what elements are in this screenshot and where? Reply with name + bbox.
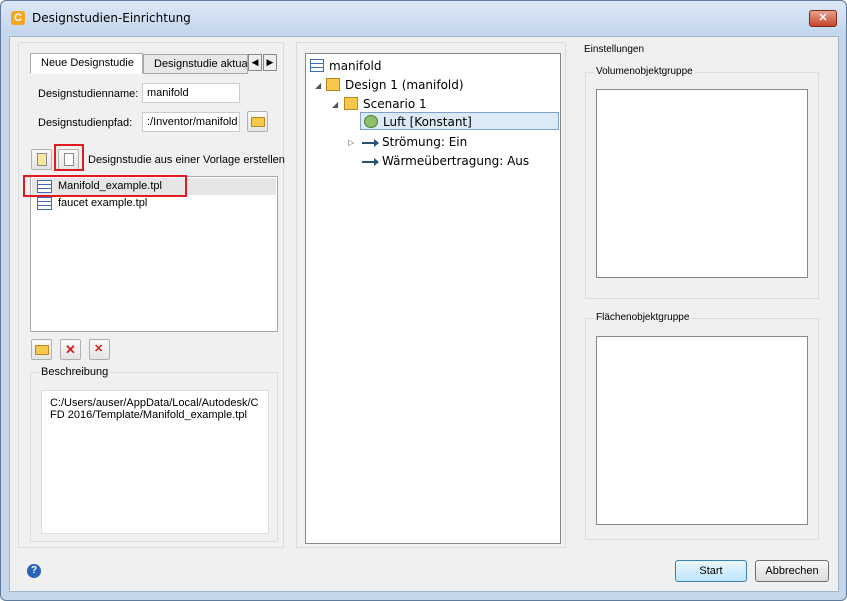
settings-panel: Einstellungen Volumenobjektgruppe Fläche… bbox=[574, 42, 834, 548]
study-tree-panel: manifold ◢ Design 1 (manifold) ◢ Scenari… bbox=[296, 42, 566, 548]
volume-group-title: Volumenobjektgruppe bbox=[594, 66, 695, 77]
design-study-name-input[interactable]: manifold bbox=[142, 83, 240, 103]
arrow-right-icon bbox=[362, 157, 379, 166]
design-icon bbox=[326, 78, 340, 91]
delete-all-icon: ✕ bbox=[94, 343, 104, 355]
settings-title: Einstellungen bbox=[584, 44, 645, 55]
scenario-icon bbox=[344, 97, 358, 110]
cancel-button[interactable]: Abbrechen bbox=[755, 560, 829, 582]
tree-heat-transfer[interactable]: Wärmeübertragung: Aus bbox=[362, 152, 529, 170]
browse-path-button[interactable] bbox=[247, 111, 268, 132]
design-study-name-label: Designstudienname: bbox=[38, 88, 139, 100]
delete-icon: ✕ bbox=[65, 342, 76, 357]
folder-open-icon bbox=[35, 345, 49, 355]
surface-group-box: Flächenobjektgruppe bbox=[585, 312, 819, 540]
collapsed-icon[interactable]: ▷ bbox=[348, 138, 354, 147]
window-title: Designstudien-Einrichtung bbox=[32, 11, 191, 25]
list-item[interactable]: faucet example.tpl bbox=[32, 195, 276, 212]
help-icon[interactable]: ? bbox=[27, 564, 41, 578]
study-tree[interactable]: manifold ◢ Design 1 (manifold) ◢ Scenari… bbox=[305, 53, 561, 544]
description-title: Beschreibung bbox=[39, 366, 111, 378]
tab-scroll-right-icon[interactable]: ▶ bbox=[263, 54, 277, 71]
tree-design[interactable]: Design 1 (manifold) bbox=[326, 76, 464, 94]
template-option-label: Designstudie aus einer Vorlage erstellen bbox=[88, 154, 285, 166]
tree-flow[interactable]: Strömung: Ein bbox=[362, 133, 467, 151]
selected-template-highlight bbox=[23, 175, 187, 197]
template-button-highlight bbox=[54, 144, 84, 171]
close-button[interactable]: ✕ bbox=[809, 10, 837, 27]
dialog-client: Neue Designstudie Designstudie aktualisi… bbox=[9, 36, 839, 592]
template-file-icon bbox=[37, 197, 52, 210]
template-list[interactable]: Manifold_example.tpl faucet example.tpl bbox=[30, 176, 278, 332]
surface-object-list[interactable] bbox=[596, 336, 808, 525]
arrow-right-icon bbox=[362, 138, 379, 147]
add-template-button[interactable] bbox=[31, 339, 52, 360]
volume-object-list[interactable] bbox=[596, 89, 808, 278]
dialog-window: C Designstudien-Einrichtung ✕ Neue Desig… bbox=[0, 0, 847, 601]
folder-open-icon bbox=[251, 117, 265, 127]
start-button[interactable]: Start bbox=[675, 560, 747, 582]
design-study-path-input[interactable]: :/Inventor/manifold bbox=[142, 112, 240, 132]
volume-group-box: Volumenobjektgruppe bbox=[585, 66, 819, 299]
material-icon bbox=[364, 115, 378, 128]
template-name: faucet example.tpl bbox=[58, 197, 148, 209]
app-icon: C bbox=[11, 11, 25, 25]
tab-new-design-study[interactable]: Neue Designstudie bbox=[30, 53, 143, 74]
delete-template-button[interactable]: ✕ bbox=[60, 339, 81, 360]
tab-scroll-arrows: ◀ ▶ bbox=[248, 54, 278, 71]
description-text: C:/Users/auser/AppData/Local/Autodesk/CF… bbox=[41, 390, 269, 534]
tree-root[interactable]: manifold bbox=[310, 57, 382, 75]
new-document-icon bbox=[37, 153, 47, 166]
new-blank-study-button[interactable] bbox=[31, 149, 52, 170]
tree-scenario[interactable]: Scenario 1 bbox=[344, 95, 427, 113]
design-study-path-label: Designstudienpfad: bbox=[38, 117, 133, 129]
tree-material[interactable]: Luft [Konstant] bbox=[360, 112, 559, 130]
title-bar: C Designstudien-Einrichtung ✕ bbox=[1, 1, 846, 35]
expanded-icon[interactable]: ◢ bbox=[315, 81, 321, 90]
expanded-icon[interactable]: ◢ bbox=[332, 100, 338, 109]
tab-scroll-left-icon[interactable]: ◀ bbox=[248, 54, 262, 71]
tab-update-design-study[interactable]: Designstudie aktualisieren bbox=[143, 54, 248, 74]
study-icon bbox=[310, 59, 324, 72]
description-group: Beschreibung C:/Users/auser/AppData/Loca… bbox=[30, 366, 278, 542]
surface-group-title: Flächenobjektgruppe bbox=[594, 312, 692, 323]
delete-all-templates-button[interactable]: ✕ bbox=[89, 339, 110, 360]
